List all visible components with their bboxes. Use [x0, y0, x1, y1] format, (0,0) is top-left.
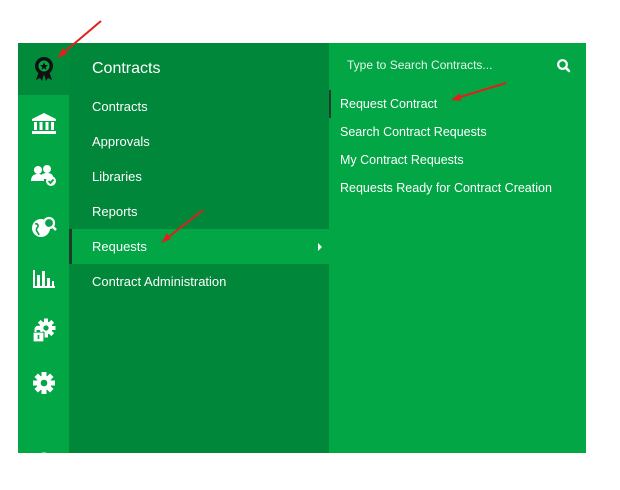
- bank-icon: [31, 113, 56, 134]
- gear-lock-icon: [31, 318, 55, 343]
- award-ribbon-icon: [34, 57, 53, 81]
- gear-icon: [32, 372, 55, 394]
- menu-item-reports[interactable]: Reports: [69, 194, 329, 229]
- contracts-menu: Contracts Contracts Approvals Libraries …: [69, 43, 329, 453]
- submenu-item-request-contract[interactable]: Request Contract: [329, 90, 586, 118]
- rail-item-search[interactable]: [18, 433, 69, 453]
- menu-item-label: Requests: [92, 239, 147, 254]
- submenu-item-search-contract-requests[interactable]: Search Contract Requests: [329, 118, 586, 146]
- menu-title: Contracts: [92, 60, 161, 77]
- caret-right-icon: [318, 243, 322, 251]
- rail-item-security[interactable]: [18, 305, 69, 357]
- submenu-item-requests-ready[interactable]: Requests Ready for Contract Creation: [329, 174, 586, 202]
- submenu-item-my-contract-requests[interactable]: My Contract Requests: [329, 146, 586, 174]
- rail-item-global-search[interactable]: [18, 201, 69, 253]
- menu-item-contract-administration[interactable]: Contract Administration: [69, 264, 329, 299]
- rail-item-settings[interactable]: [18, 357, 69, 409]
- rail-item-reports[interactable]: [18, 253, 69, 305]
- menu-item-requests[interactable]: Requests: [69, 229, 329, 264]
- search-icon[interactable]: [555, 57, 573, 75]
- icon-rail: [18, 43, 69, 453]
- search-input[interactable]: [347, 55, 547, 75]
- rail-item-contracts[interactable]: [18, 43, 69, 95]
- requests-submenu: Request Contract Search Contract Request…: [329, 43, 586, 453]
- bar-chart-icon: [32, 270, 55, 288]
- menu-item-approvals[interactable]: Approvals: [69, 124, 329, 159]
- users-check-icon: [30, 165, 56, 186]
- navigation-menu: Contracts Contracts Approvals Libraries …: [18, 43, 586, 453]
- rail-item-bank[interactable]: [18, 97, 69, 149]
- menu-item-contracts[interactable]: Contracts: [69, 89, 329, 124]
- globe-search-icon: [31, 216, 57, 237]
- search-icon: [40, 452, 47, 453]
- rail-item-users[interactable]: [18, 149, 69, 201]
- menu-item-libraries[interactable]: Libraries: [69, 159, 329, 194]
- search-bar: [329, 43, 586, 89]
